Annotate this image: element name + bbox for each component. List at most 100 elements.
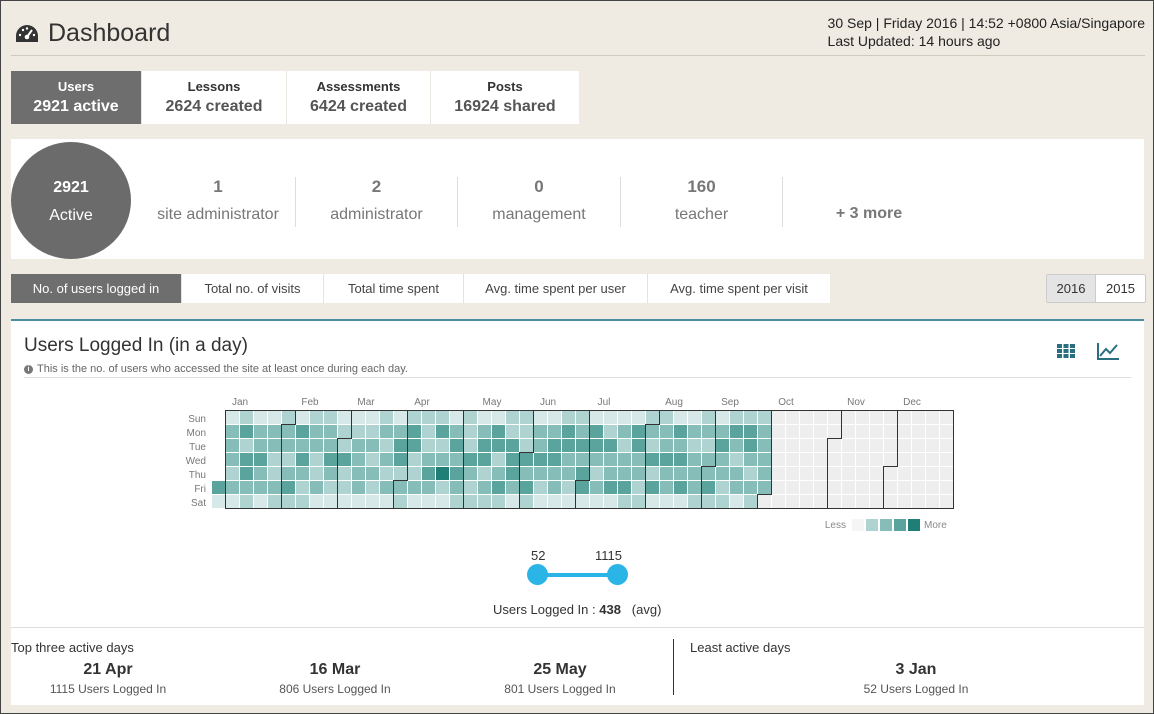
heatmap-cell[interactable]	[632, 453, 645, 466]
heatmap-cell[interactable]	[828, 481, 841, 494]
heatmap-cell[interactable]	[590, 453, 603, 466]
heatmap-cell[interactable]	[828, 439, 841, 452]
heatmap-cell[interactable]	[408, 481, 421, 494]
heatmap-cell[interactable]	[800, 425, 813, 438]
heatmap-cell[interactable]	[856, 481, 869, 494]
heatmap-cell[interactable]	[324, 453, 337, 466]
heatmap-cell[interactable]	[604, 495, 617, 508]
heatmap-cell[interactable]	[296, 439, 309, 452]
heatmap-cell[interactable]	[254, 453, 267, 466]
heatmap-cell[interactable]	[478, 411, 491, 424]
heatmap-cell[interactable]	[478, 495, 491, 508]
heatmap-cell[interactable]	[338, 439, 351, 452]
heatmap-cell[interactable]	[324, 411, 337, 424]
heatmap-cell[interactable]	[618, 439, 631, 452]
heatmap-cell[interactable]	[254, 439, 267, 452]
heatmap-cell[interactable]	[506, 411, 519, 424]
heatmap-cell[interactable]	[310, 467, 323, 480]
heatmap-cell[interactable]	[408, 439, 421, 452]
heatmap-cell[interactable]	[520, 411, 533, 424]
heatmap-cell[interactable]	[758, 453, 771, 466]
heatmap-cell[interactable]	[716, 481, 729, 494]
heatmap-cell[interactable]	[450, 425, 463, 438]
heatmap-cell[interactable]	[352, 495, 365, 508]
heatmap-cell[interactable]	[464, 453, 477, 466]
heatmap-cell[interactable]	[716, 495, 729, 508]
heatmap-cell[interactable]	[898, 439, 911, 452]
heatmap-cell[interactable]	[716, 425, 729, 438]
heatmap-cell[interactable]	[240, 467, 253, 480]
heatmap-cell[interactable]	[884, 439, 897, 452]
heatmap-cell[interactable]	[912, 467, 925, 480]
heatmap-cell[interactable]	[268, 425, 281, 438]
heatmap-cell[interactable]	[352, 453, 365, 466]
slider-track[interactable]	[538, 573, 618, 577]
heatmap-cell[interactable]	[940, 453, 953, 466]
heatmap-cell[interactable]	[310, 481, 323, 494]
heatmap-cell[interactable]	[828, 495, 841, 508]
heatmap-cell[interactable]	[268, 481, 281, 494]
heatmap-cell[interactable]	[842, 481, 855, 494]
heatmap-cell[interactable]	[842, 495, 855, 508]
heatmap-cell[interactable]	[772, 481, 785, 494]
heatmap-cell[interactable]	[366, 467, 379, 480]
heatmap-cell[interactable]	[394, 439, 407, 452]
heatmap-cell[interactable]	[254, 425, 267, 438]
heatmap-cell[interactable]	[296, 425, 309, 438]
heatmap-cell[interactable]	[884, 495, 897, 508]
heatmap-cell[interactable]	[744, 439, 757, 452]
role-management[interactable]: 0 management	[458, 177, 621, 227]
heatmap-cell[interactable]	[282, 425, 295, 438]
heatmap-cell[interactable]	[646, 425, 659, 438]
heatmap-cell[interactable]	[380, 467, 393, 480]
heatmap-cell[interactable]	[926, 439, 939, 452]
year-2015-button[interactable]: 2015	[1096, 275, 1145, 302]
heatmap-cell[interactable]	[548, 425, 561, 438]
heatmap-cell[interactable]	[800, 495, 813, 508]
heatmap-cell[interactable]	[282, 453, 295, 466]
heatmap-cell[interactable]	[408, 467, 421, 480]
heatmap-cell[interactable]	[324, 495, 337, 508]
heatmap-cell[interactable]	[282, 481, 295, 494]
heatmap-cell[interactable]	[786, 411, 799, 424]
role-teacher[interactable]: 160 teacher	[621, 177, 783, 227]
slider-max-handle[interactable]	[607, 564, 628, 585]
heatmap-cell[interactable]	[352, 411, 365, 424]
heatmap-cell[interactable]	[674, 411, 687, 424]
heatmap-cell[interactable]	[310, 495, 323, 508]
heatmap-cell[interactable]	[394, 467, 407, 480]
heatmap-cell[interactable]	[702, 481, 715, 494]
heatmap-cell[interactable]	[506, 467, 519, 480]
heatmap-cell[interactable]	[562, 453, 575, 466]
heatmap-cell[interactable]	[366, 495, 379, 508]
heatmap-cell[interactable]	[576, 467, 589, 480]
heatmap-cell[interactable]	[744, 411, 757, 424]
tab-users-logged-in[interactable]: No. of users logged in	[11, 274, 182, 303]
heatmap-cell[interactable]	[702, 467, 715, 480]
heatmap-cell[interactable]	[436, 411, 449, 424]
heatmap-cell[interactable]	[912, 411, 925, 424]
heatmap-cell[interactable]	[688, 467, 701, 480]
heatmap-cell[interactable]	[744, 467, 757, 480]
heatmap-cell[interactable]	[464, 495, 477, 508]
heatmap-cell[interactable]	[408, 495, 421, 508]
heatmap-cell[interactable]	[268, 453, 281, 466]
heatmap-cell[interactable]	[716, 411, 729, 424]
heatmap-cell[interactable]	[870, 411, 883, 424]
heatmap-cell[interactable]	[926, 481, 939, 494]
heatmap-cell[interactable]	[814, 495, 827, 508]
heatmap-cell[interactable]	[884, 425, 897, 438]
heatmap-cell[interactable]	[226, 495, 239, 508]
heatmap-cell[interactable]	[856, 453, 869, 466]
heatmap-cell[interactable]	[240, 495, 253, 508]
heatmap-cell[interactable]	[800, 481, 813, 494]
heatmap-cell[interactable]	[506, 439, 519, 452]
heatmap-cell[interactable]	[548, 481, 561, 494]
heatmap-cell[interactable]	[772, 439, 785, 452]
tab-total-time-spent[interactable]: Total time spent	[324, 274, 464, 303]
role-site-administrator[interactable]: 1 site administrator	[141, 177, 296, 227]
heatmap-cell[interactable]	[296, 467, 309, 480]
heatmap-cell[interactable]	[534, 467, 547, 480]
heatmap-cell[interactable]	[800, 453, 813, 466]
heatmap-cell[interactable]	[478, 481, 491, 494]
